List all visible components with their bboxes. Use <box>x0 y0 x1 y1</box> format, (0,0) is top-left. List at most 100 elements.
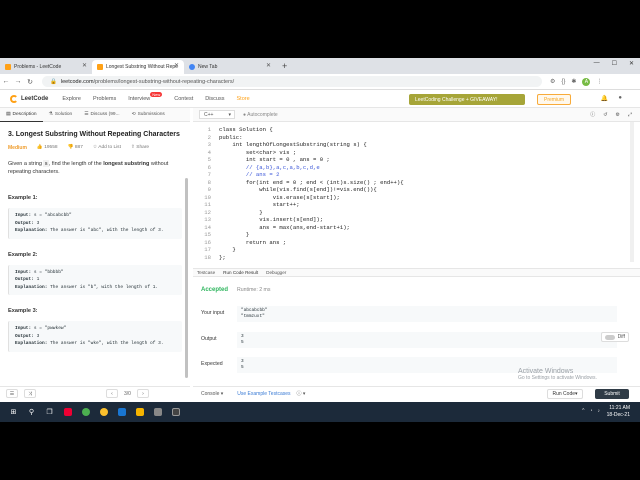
nav-contest[interactable]: Contest <box>174 96 193 102</box>
code-line[interactable]: 11 start++; <box>193 201 633 209</box>
tab-description[interactable]: ▤ Description <box>0 108 43 122</box>
notification-bell-icon[interactable]: 🔔 <box>601 95 608 102</box>
app-icon-2[interactable] <box>153 408 162 417</box>
diff-toggle[interactable]: Diff <box>601 332 629 342</box>
close-tab-icon[interactable]: ✕ <box>266 62 271 69</box>
chevron-up-icon[interactable]: ^ <box>582 408 584 414</box>
problem-scrollbar[interactable] <box>185 178 188 378</box>
address-bar-row: ← → ↻ 🔒 leetcode.com /problems/longest-s… <box>0 74 640 90</box>
info-icon[interactable]: ⓘ <box>590 111 595 118</box>
maximize-icon[interactable]: ☐ <box>612 60 617 67</box>
tab-run-code-result[interactable]: Run Code Result <box>219 270 262 275</box>
prev-icon[interactable]: ‹ <box>106 389 118 398</box>
editor-scrollbar[interactable] <box>630 122 634 262</box>
network-icon[interactable]: ◔ <box>589 408 592 414</box>
nav-explore[interactable]: Explore <box>62 96 81 102</box>
submit-button[interactable]: Submit <box>595 389 629 399</box>
close-window-icon[interactable]: ✕ <box>629 60 634 67</box>
menu-icon[interactable]: ⋮ <box>596 78 602 85</box>
volume-icon[interactable]: ♪ <box>598 408 601 414</box>
app-icon-1[interactable] <box>63 408 72 417</box>
tab-testcase[interactable]: Testcase <box>193 270 219 275</box>
code-text: int start = 0 , ans = 0 ; <box>219 156 330 163</box>
code-line[interactable]: 18}; <box>193 254 633 262</box>
tab-discuss[interactable]: ☰ Discuss (99... <box>78 108 125 122</box>
search-icon[interactable]: ⚲ <box>27 408 36 417</box>
code-line[interactable]: 3 int lengthOfLongestSubstring(string s)… <box>193 141 633 149</box>
browser-tab-problems[interactable]: Problems - LeetCode ✕ <box>0 60 92 74</box>
code-line[interactable]: 13 vis.insert(s[end]); <box>193 216 633 224</box>
browser-tab-new-tab[interactable]: New Tab ✕ <box>184 60 276 74</box>
premium-button[interactable]: Premium <box>537 94 571 105</box>
task-view-icon[interactable]: ❐ <box>45 408 54 417</box>
nav-store[interactable]: Store <box>237 96 250 102</box>
forward-icon[interactable]: → <box>12 78 24 85</box>
chrome-icon[interactable] <box>81 408 90 417</box>
like-button[interactable]: 👍 19558 <box>37 144 58 152</box>
browser-tab-longest-substring[interactable]: Longest Substring Without Repe ✕ <box>92 60 184 74</box>
code-line[interactable]: 16 return ans ; <box>193 239 633 247</box>
code-line[interactable]: 4 set<char> vis ; <box>193 149 633 157</box>
code-line[interactable]: 10 vis.erase(s[start]); <box>193 194 633 202</box>
console-toggle[interactable]: Console ▾ <box>201 391 223 397</box>
code-line[interactable]: 1 class Solution { <box>193 126 633 134</box>
tab-solution[interactable]: ⚗ Solution <box>43 108 79 122</box>
code-line[interactable]: 2 public: <box>193 134 633 142</box>
shuffle-icon[interactable]: ⤨ <box>24 389 36 398</box>
autocomplete-toggle[interactable]: ● Autocomplete <box>243 112 278 118</box>
chrome-icon-2[interactable] <box>99 408 108 417</box>
vscode-icon[interactable] <box>117 408 126 417</box>
back-icon[interactable]: ← <box>0 78 12 85</box>
line-number: 8 <box>207 178 211 186</box>
your-input-label: Your input <box>201 310 225 316</box>
nav-discuss[interactable]: Discuss <box>205 96 224 102</box>
explorer-icon[interactable] <box>135 408 144 417</box>
code-line[interactable]: 6 // {a,b},a,c,a,b,c,d,e <box>193 164 633 172</box>
code-line[interactable]: 15 } <box>193 231 633 239</box>
share-button[interactable]: ⇪ Share <box>131 144 149 152</box>
minimize-icon[interactable]: — <box>594 60 600 67</box>
use-example-testcases-link[interactable]: Use Example Testcases <box>237 391 290 397</box>
code-line[interactable]: 14 ans = max(ans,end-start+1); <box>193 224 633 232</box>
clock[interactable]: 11:21 AM 18-Dec-21 <box>607 405 630 419</box>
code-line[interactable]: 8 for(int end = 0 ; end < (int)s.size() … <box>193 179 633 187</box>
leetcode-logo-icon <box>10 94 18 103</box>
reload-icon[interactable]: ↻ <box>24 78 36 86</box>
line-number: 17 <box>204 246 211 253</box>
run-code-button[interactable]: Run Code ▾ <box>547 389 583 399</box>
code-line[interactable]: 7 // ans = 2 <box>193 171 633 179</box>
profile-avatar[interactable]: A <box>582 77 591 86</box>
code-editor[interactable]: 1 class Solution {2 public: 3 int lengthOfL… <box>193 122 640 262</box>
language-select[interactable]: C++ ▾ <box>199 110 235 119</box>
help-icon[interactable]: ⓘ ▾ <box>297 390 306 397</box>
app-icon-3[interactable] <box>171 408 180 417</box>
close-tab-icon[interactable]: ✕ <box>82 62 87 69</box>
nav-interview[interactable]: InterviewNew <box>128 91 163 102</box>
close-tab-icon[interactable]: ✕ <box>174 62 179 69</box>
challenge-banner[interactable]: LeetCoding Challenge + GIVEAWAY! <box>409 94 525 105</box>
code-line[interactable]: 5 int start = 0 , ans = 0 ; <box>193 156 633 164</box>
code-text: vis.insert(s[end]); <box>219 216 324 223</box>
fullscreen-icon[interactable]: ⤢ <box>628 112 632 118</box>
add-to-list-button[interactable]: ☆ Add to List <box>93 144 121 152</box>
reset-icon[interactable]: ↺ <box>603 112 607 118</box>
list-icon[interactable]: ☰ <box>6 389 18 398</box>
settings-gear-icon[interactable]: ⚙ <box>616 112 620 118</box>
leetcode-logo[interactable]: LeetCode <box>10 94 48 103</box>
user-avatar-icon[interactable]: ● <box>618 95 622 102</box>
new-tab-icon[interactable]: + <box>282 60 287 74</box>
nav-problems[interactable]: Problems <box>93 96 116 102</box>
windows-start-icon[interactable]: ⊞ <box>9 408 18 417</box>
extension-icon[interactable]: {} <box>561 79 565 85</box>
code-line[interactable]: 9 while(vis.find(s[end])!=vis.end()){ <box>193 186 633 194</box>
dislike-button[interactable]: 👎 887 <box>68 144 83 152</box>
puzzle-icon[interactable]: ✱ <box>571 78 576 85</box>
code-line[interactable]: 12 } <box>193 209 633 217</box>
tab-submissions[interactable]: ⟲ Submissions <box>126 108 171 122</box>
url-input[interactable]: 🔒 leetcode.com /problems/longest-substri… <box>42 76 542 87</box>
extension-icon[interactable]: ⚙ <box>550 78 555 85</box>
submissions-icon: ⟲ <box>131 112 136 117</box>
code-line[interactable]: 17 } <box>193 246 633 254</box>
next-icon[interactable]: › <box>136 389 149 398</box>
tab-debugger[interactable]: Debugger <box>262 270 290 275</box>
